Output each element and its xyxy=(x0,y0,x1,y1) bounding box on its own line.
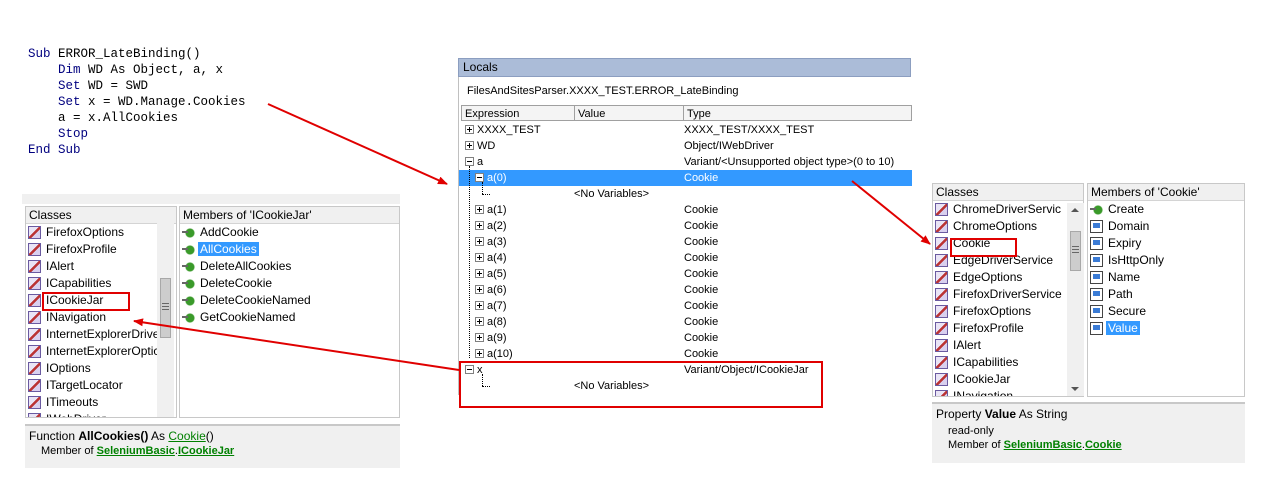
annotation-arrows xyxy=(133,103,931,371)
arrow-locals-to-icookiejar xyxy=(133,318,460,371)
arrow-code-to-locals xyxy=(267,103,448,185)
arrow-a0-to-cookie xyxy=(851,180,931,245)
